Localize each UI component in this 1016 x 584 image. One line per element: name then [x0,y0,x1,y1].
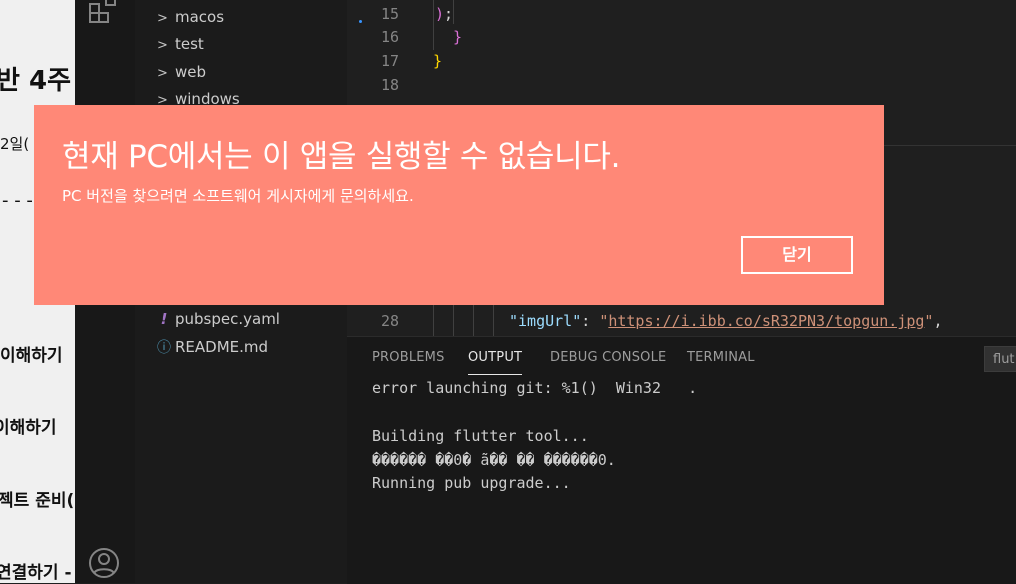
output-line: ������ ��0� ã�� �� ������0. [372,451,616,469]
output-line: Building flutter tool... [372,427,589,445]
file-label: pubspec.yaml [175,310,280,328]
doc-item: 이해하기 [0,346,63,366]
doc-item: 연결하기 - [0,563,72,583]
dialog-message: PC 버전을 찾으려면 소프트웨어 게시자에게 문의하세요. [62,187,414,205]
line-number: 17 [380,52,399,70]
panel-tabs: PROBLEMS OUTPUT DEBUG CONSOLE TERMINAL f… [347,337,1016,379]
doc-dashes: - - - [2,190,33,211]
tab-debug-console[interactable]: DEBUG CONSOLE [550,350,666,365]
folder-test[interactable]: > test [157,32,204,56]
doc-heading: 반 4주 [0,66,71,96]
line-number: 28 [380,312,399,330]
comma: , [933,312,943,330]
indent-guide [453,300,454,336]
account-icon[interactable] [87,546,121,580]
line-number: 16 [380,28,399,46]
tab-terminal[interactable]: TERMINAL [687,350,755,365]
close-button[interactable]: 닫기 [741,236,853,274]
folder-label: test [175,35,204,53]
code-line: ); [435,5,454,23]
url-link[interactable]: https://i.ibb.co/sR32PN3/topgun.jpg [608,312,924,330]
chevron-right-icon: > [157,38,168,53]
doc-item: 젝트 준비( [0,491,75,511]
code-line: } [453,28,463,46]
output-line: Running pub upgrade... [372,474,571,492]
code-line: "imgUrl": "https://i.ibb.co/sR32PN3/topg… [509,312,942,330]
code-line: } [433,52,443,70]
indent-guide [473,300,474,336]
gutter-marker [359,20,362,23]
file-label: README.md [175,338,269,356]
indent-guide [433,300,434,336]
output-line: error launching git: %1() Win32 . [372,379,698,397]
colon: : [581,312,600,330]
info-file-icon: ⓘ [157,340,171,356]
indent-guide [453,0,454,24]
tab-output[interactable]: OUTPUT [468,350,523,375]
chevron-right-icon: > [157,11,168,26]
line-number: 18 [380,76,399,94]
bottom-panel: PROBLEMS OUTPUT DEBUG CONSOLE TERMINAL f… [347,336,1016,584]
line-number: 15 [380,5,399,23]
yaml-file-icon: ! [160,310,168,328]
tab-problems[interactable]: PROBLEMS [372,350,445,365]
folder-macos[interactable]: > macos [157,5,224,29]
folder-label: web [175,63,207,81]
extensions-icon[interactable] [87,0,121,26]
output-filter-input[interactable]: flut [984,346,1016,372]
doc-date: 2일( [0,135,30,153]
folder-label: macos [175,8,225,26]
file-pubspec[interactable]: ! pubspec.yaml [153,306,280,332]
dialog-title: 현재 PC에서는 이 앱을 실행할 수 없습니다. [62,139,621,175]
indent-guide [493,300,494,336]
chevron-right-icon: > [157,66,168,81]
doc-item: 이해하기 [0,418,57,438]
quote: " [599,312,609,330]
indent-guide [433,0,434,50]
file-readme[interactable]: ⓘ README.md [153,334,268,360]
error-dialog: 현재 PC에서는 이 앱을 실행할 수 없습니다. PC 버전을 찾으려면 소프… [34,105,884,305]
json-key: "imgUrl" [509,312,582,330]
folder-web[interactable]: > web [157,60,206,84]
